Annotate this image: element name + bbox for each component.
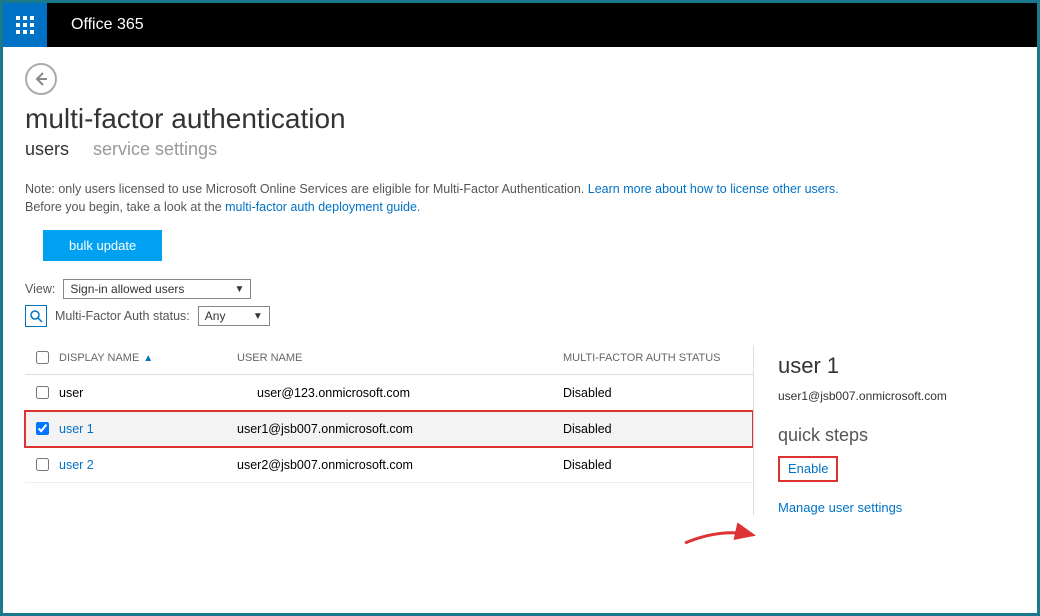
tab-service-settings[interactable]: service settings — [93, 139, 217, 160]
deployment-guide-link[interactable]: multi-factor auth deployment guide. — [225, 200, 420, 214]
display-name-cell[interactable]: user 1 — [59, 422, 237, 436]
manage-user-settings-link[interactable]: Manage user settings — [778, 500, 1015, 515]
display-name-cell: user — [59, 386, 237, 400]
details-panel: user 1 user1@jsb007.onmicrosoft.com quic… — [753, 345, 1015, 515]
bulk-update-button[interactable]: bulk update — [43, 230, 162, 261]
quick-steps-heading: quick steps — [778, 425, 1015, 446]
selected-user-title: user 1 — [778, 353, 1015, 379]
search-icon — [30, 310, 43, 323]
table-row[interactable]: user user@123.onmicrosoft.com Disabled — [25, 375, 753, 411]
table-row[interactable]: user 1 user1@jsb007.onmicrosoft.com Disa… — [25, 411, 753, 447]
status-select[interactable]: Any ▼ — [198, 306, 270, 326]
user-name-cell: user1@jsb007.onmicrosoft.com — [237, 422, 563, 436]
search-button[interactable] — [25, 305, 47, 327]
note-text-2: Before you begin, take a look at the — [25, 200, 225, 214]
view-select-value: Sign-in allowed users — [70, 282, 184, 296]
info-note: Note: only users licensed to use Microso… — [25, 180, 1015, 216]
back-arrow-icon — [33, 71, 49, 87]
view-select[interactable]: Sign-in allowed users ▼ — [63, 279, 251, 299]
view-label: View: — [25, 282, 55, 296]
enable-link[interactable]: Enable — [788, 461, 828, 476]
col-display-name[interactable]: DISPLAY NAME▲ — [59, 352, 237, 364]
table-header: DISPLAY NAME▲ USER NAME MULTI-FACTOR AUT… — [25, 345, 753, 375]
waffle-icon — [16, 16, 34, 34]
tab-users[interactable]: users — [25, 139, 69, 160]
row-checkbox[interactable] — [36, 422, 49, 435]
user-name-cell: user2@jsb007.onmicrosoft.com — [237, 458, 563, 472]
back-button[interactable] — [25, 63, 57, 95]
chevron-down-icon: ▼ — [253, 311, 263, 322]
display-name-cell[interactable]: user 2 — [59, 458, 237, 472]
user-name-cell: user@123.onmicrosoft.com — [237, 386, 563, 400]
selected-user-email: user1@jsb007.onmicrosoft.com — [778, 389, 1015, 403]
status-cell: Disabled — [563, 458, 753, 472]
page-title: multi-factor authentication — [25, 103, 1015, 135]
filters: View: Sign-in allowed users ▼ Multi-Fact… — [25, 279, 1015, 327]
note-text-1: Note: only users licensed to use Microso… — [25, 182, 588, 196]
table-row[interactable]: user 2 user2@jsb007.onmicrosoft.com Disa… — [25, 447, 753, 483]
row-checkbox[interactable] — [36, 386, 49, 399]
page-content: multi-factor authentication users servic… — [3, 47, 1037, 515]
status-select-value: Any — [205, 309, 226, 323]
top-bar: Office 365 — [3, 3, 1037, 47]
select-all-checkbox[interactable] — [36, 351, 49, 364]
status-filter-label: Multi-Factor Auth status: — [55, 309, 190, 323]
users-table: DISPLAY NAME▲ USER NAME MULTI-FACTOR AUT… — [25, 345, 753, 483]
license-users-link[interactable]: Learn more about how to license other us… — [588, 182, 839, 196]
tabs: users service settings — [25, 139, 1015, 160]
status-cell: Disabled — [563, 386, 753, 400]
col-user-name[interactable]: USER NAME — [237, 352, 563, 364]
enable-highlight: Enable — [778, 456, 838, 482]
annotation-arrow-icon — [681, 523, 761, 553]
status-cell: Disabled — [563, 422, 753, 436]
brand-label: Office 365 — [47, 3, 168, 47]
app-launcher-button[interactable] — [3, 3, 47, 47]
chevron-down-icon: ▼ — [234, 284, 244, 295]
col-mfa-status[interactable]: MULTI-FACTOR AUTH STATUS — [563, 352, 753, 364]
sort-asc-icon: ▲ — [143, 353, 153, 364]
row-checkbox[interactable] — [36, 458, 49, 471]
